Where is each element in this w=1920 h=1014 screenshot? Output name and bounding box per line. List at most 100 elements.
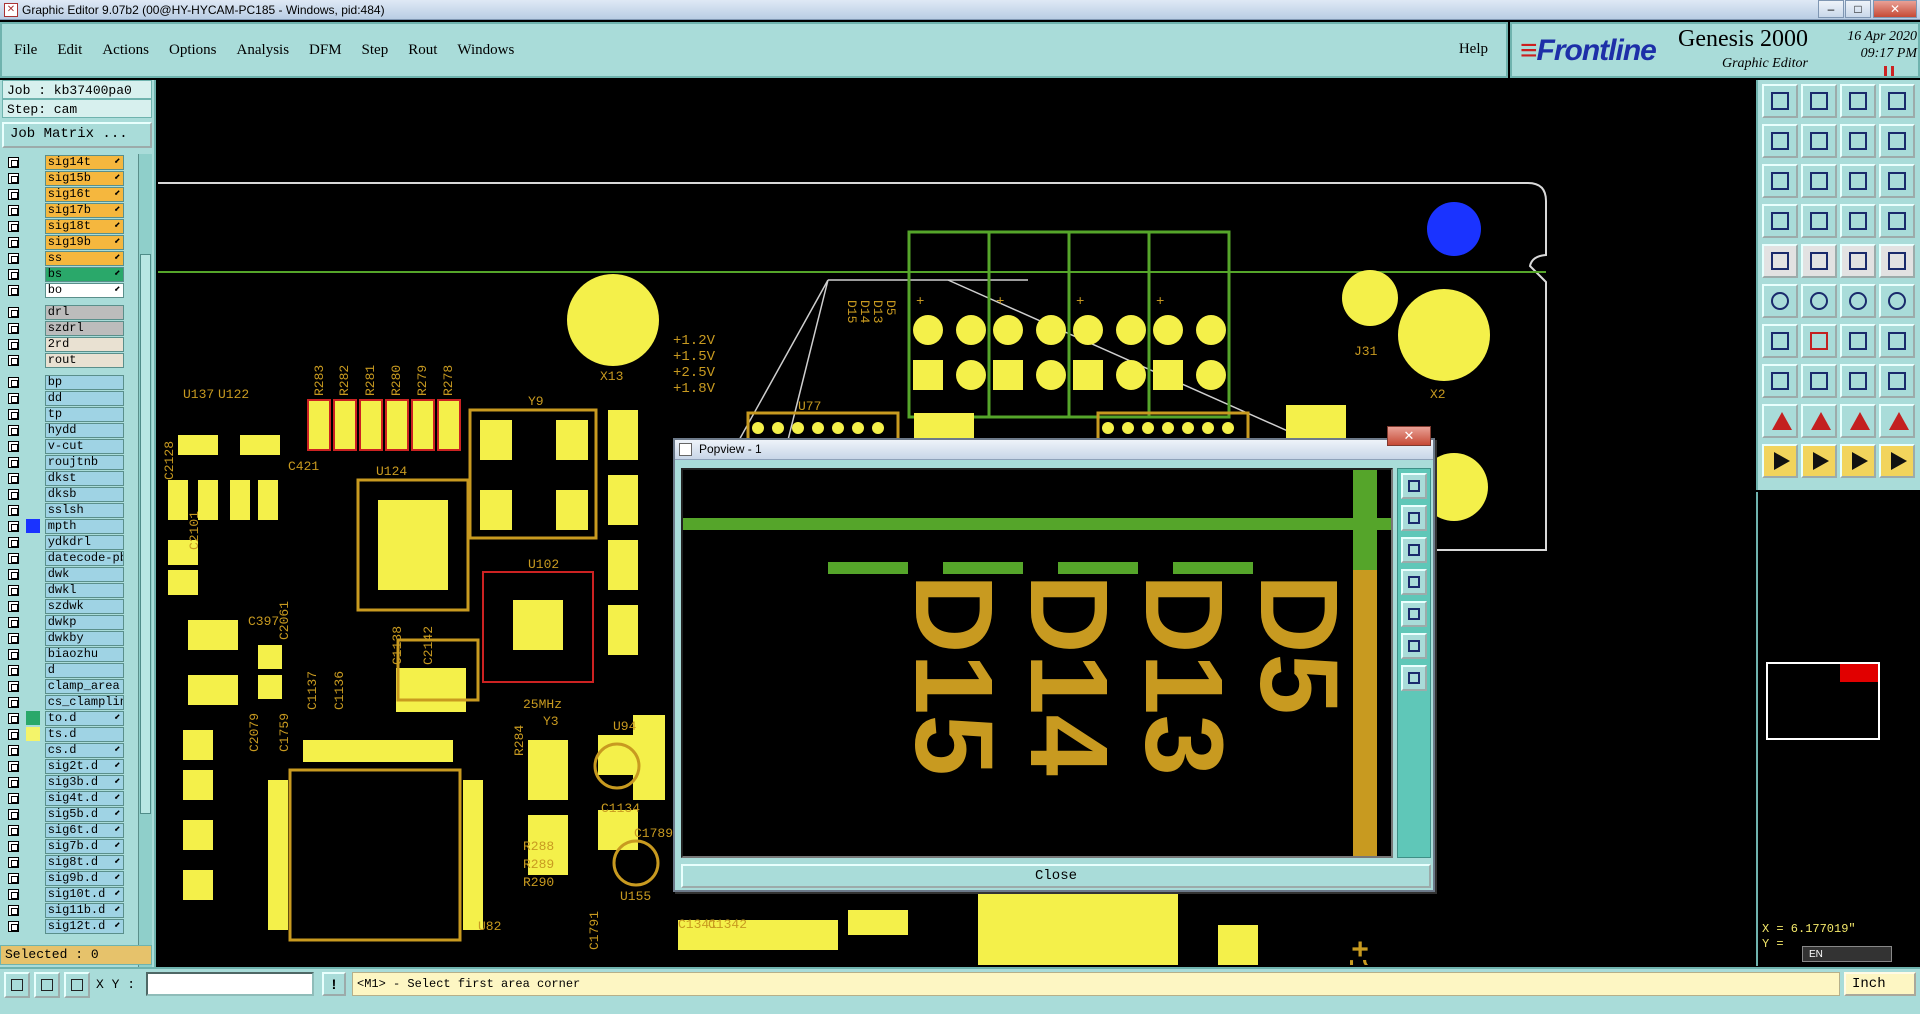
menu-options[interactable]: Options (169, 42, 217, 59)
mirror-button[interactable] (1879, 324, 1915, 358)
layer-checkbox[interactable] (8, 156, 19, 168)
layer-row[interactable]: sig6t.d ⬋ (4, 822, 124, 838)
layer-name[interactable]: roujtnb (44, 454, 124, 470)
overview-minimap[interactable] (1756, 492, 1920, 922)
popview-close-button[interactable]: Close (681, 864, 1431, 888)
select-net-button[interactable] (1840, 284, 1876, 318)
layer-checkbox[interactable] (8, 600, 19, 612)
layer-row[interactable]: bs ⬋ (4, 266, 124, 282)
layer-checkbox[interactable] (8, 824, 19, 836)
layer-name[interactable]: cs_clampline (44, 694, 124, 710)
layer-row[interactable]: v-cut (4, 438, 124, 454)
layer-list-scrollbar[interactable] (138, 154, 152, 1014)
pan-button[interactable] (1801, 164, 1837, 198)
layer-name[interactable]: drl (44, 304, 124, 320)
layer-row[interactable]: sig2t.d ⬋ (4, 758, 124, 774)
layer-row[interactable]: clamp_area (4, 678, 124, 694)
layer-name[interactable]: sig8t.d ⬋ (44, 854, 124, 870)
layer-row[interactable]: szdwk (4, 598, 124, 614)
layer-checkbox[interactable] (8, 440, 19, 452)
layer-checkbox[interactable] (8, 840, 19, 852)
select-box-button[interactable] (1840, 444, 1876, 478)
popview-fit-button[interactable] (1401, 473, 1427, 499)
ime-indicator[interactable]: EN (1802, 946, 1892, 962)
cross-button[interactable] (1801, 284, 1837, 318)
layer-row[interactable]: dksb (4, 486, 124, 502)
menu-rout[interactable]: Rout (408, 42, 437, 59)
add-line-button[interactable] (1801, 244, 1837, 278)
minimize-button[interactable]: – (1818, 0, 1844, 18)
layer-row[interactable]: drl (4, 304, 124, 320)
layer-checkbox[interactable] (8, 552, 19, 564)
menu-file[interactable]: File (14, 42, 37, 59)
next-view-button[interactable] (1801, 124, 1837, 158)
zoom-fit-button[interactable] (1762, 164, 1798, 198)
select-button[interactable] (1762, 444, 1798, 478)
resize-button[interactable] (1879, 364, 1915, 398)
layer-row[interactable]: dwkl (4, 582, 124, 598)
xy-input[interactable] (146, 972, 314, 996)
layer-name[interactable]: cs.d ⬋ (44, 742, 124, 758)
layer-checkbox[interactable] (8, 376, 19, 388)
select-net-alt-button[interactable] (1879, 444, 1915, 478)
layer-checkbox[interactable] (8, 220, 19, 232)
job-matrix-button[interactable]: Job Matrix ... (2, 122, 152, 148)
layer-row[interactable]: sig11b.d ⬋ (4, 902, 124, 918)
layer-name[interactable]: sig5b.d ⬋ (44, 806, 124, 822)
window-split-button[interactable] (1879, 84, 1915, 118)
layer-row[interactable]: sig7b.d ⬋ (4, 838, 124, 854)
layer-name[interactable]: 2rd (44, 336, 124, 352)
layer-name[interactable]: clamp_area (44, 678, 124, 694)
layer-checkbox[interactable] (8, 632, 19, 644)
scale-button[interactable] (1840, 164, 1876, 198)
layer-name[interactable]: sig14t ⬋ (44, 154, 124, 170)
layer-checkbox[interactable] (8, 728, 19, 740)
popview-zoom-in-button[interactable] (1401, 505, 1427, 531)
zoom-area-button[interactable] (4, 972, 30, 998)
snap-button[interactable] (1762, 204, 1798, 238)
layer-row[interactable]: ydkdrl (4, 534, 124, 550)
layer-row[interactable]: sig16t ⬋ (4, 186, 124, 202)
layer-row[interactable]: sig9b.d ⬋ (4, 870, 124, 886)
layer-name[interactable]: sig17b ⬋ (44, 202, 124, 218)
layer-name[interactable]: sig12t.d ⬋ (44, 918, 124, 934)
rotate-button[interactable] (1840, 324, 1876, 358)
layer-checkbox[interactable] (8, 424, 19, 436)
add-surface-button[interactable] (1840, 244, 1876, 278)
popview-canvas[interactable]: D15 D14 D13 D5 (681, 468, 1393, 858)
layer-row[interactable]: bp (4, 374, 124, 390)
layer-name[interactable]: v-cut (44, 438, 124, 454)
layer-row[interactable]: sig15b ⬋ (4, 170, 124, 186)
layer-checkbox[interactable] (8, 456, 19, 468)
layer-name[interactable]: dksb (44, 486, 124, 502)
layer-checkbox[interactable] (8, 776, 19, 788)
layer-row[interactable]: ss ⬋ (4, 250, 124, 266)
query-button[interactable] (1879, 164, 1915, 198)
text-c-button[interactable] (1840, 404, 1876, 438)
layer-checkbox[interactable] (8, 568, 19, 580)
layer-checkbox[interactable] (8, 888, 19, 900)
redraw-button[interactable] (1840, 124, 1876, 158)
layer-name[interactable]: d (44, 662, 124, 678)
layer-row[interactable]: sig4t.d ⬋ (4, 790, 124, 806)
layer-name[interactable]: bs ⬋ (44, 266, 124, 282)
layer-name[interactable]: sig15b ⬋ (44, 170, 124, 186)
layer-row[interactable]: szdrl (4, 320, 124, 336)
layer-checkbox[interactable] (8, 338, 19, 350)
layer-checkbox[interactable] (8, 792, 19, 804)
layer-name[interactable]: sig11b.d ⬋ (44, 902, 124, 918)
maximize-button[interactable]: □ (1845, 0, 1871, 18)
layer-row[interactable]: datecode-pb (4, 550, 124, 566)
close-window-button[interactable]: ✕ (1873, 0, 1917, 18)
layer-name[interactable]: szdwk (44, 598, 124, 614)
layer-name[interactable]: ts.d (44, 726, 124, 742)
layer-row[interactable]: ts.d (4, 726, 124, 742)
layer-checkbox[interactable] (8, 306, 19, 318)
layer-name[interactable]: sig4t.d ⬋ (44, 790, 124, 806)
layer-name[interactable]: sig18t ⬋ (44, 218, 124, 234)
layer-row[interactable]: dkst (4, 470, 124, 486)
menu-dfm[interactable]: DFM (309, 42, 342, 59)
layer-name[interactable]: rout (44, 352, 124, 368)
layer-row[interactable]: roujtnb (4, 454, 124, 470)
layer-row[interactable]: dwk (4, 566, 124, 582)
